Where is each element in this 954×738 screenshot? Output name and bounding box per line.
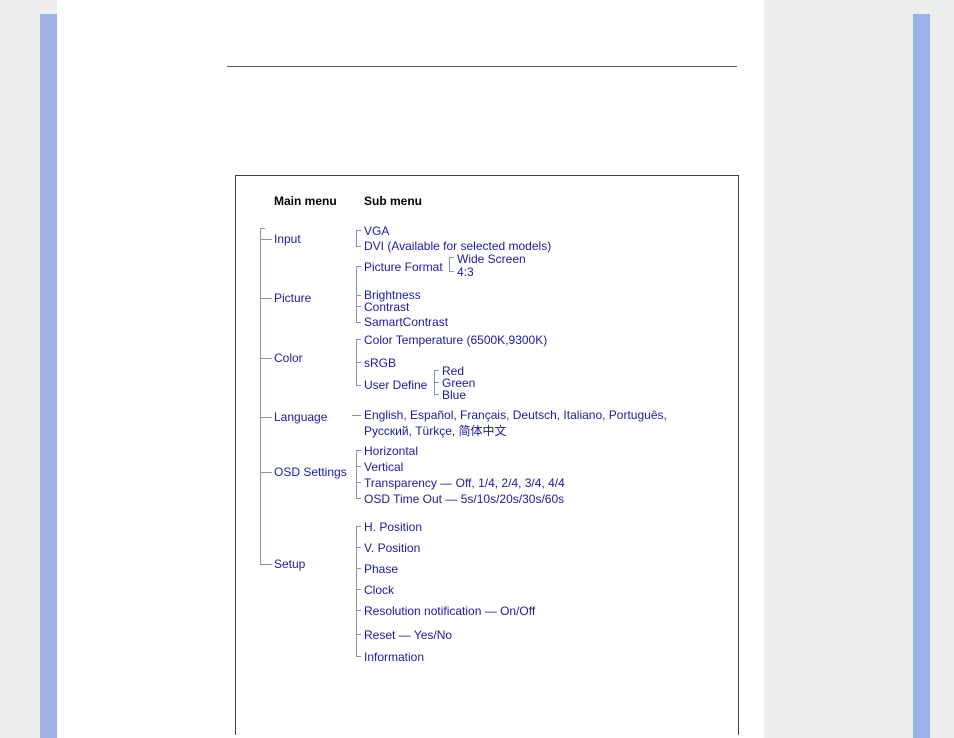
tree-line (356, 466, 361, 467)
tree-branch (260, 417, 272, 418)
tree-line (434, 370, 439, 371)
sub-item-4-3: 4:3 (457, 265, 474, 279)
tree-line (449, 257, 450, 271)
tree-line (434, 382, 439, 383)
sub-item-picture-format: Picture Format (364, 260, 443, 274)
sub-item-horizontal: Horizontal (364, 444, 418, 458)
sub-item-v-position: V. Position (364, 541, 420, 555)
sub-item-vertical: Vertical (364, 460, 403, 474)
sub-item-information: Information (364, 650, 424, 664)
separator-dash: — (399, 628, 411, 642)
tree-line (352, 415, 361, 416)
sub-item-blue: Blue (442, 388, 466, 402)
tree-line (356, 322, 361, 323)
tree-line (356, 634, 361, 635)
sub-item-srgb: sRGB (364, 356, 396, 370)
sub-item-dvi: DVI (Available for selected models) (364, 239, 551, 253)
sub-item-h-position: H. Position (364, 520, 422, 534)
sub-item-reset: Reset (364, 628, 395, 642)
decorative-stripe-left (40, 14, 57, 738)
separator-dash: — (440, 476, 452, 490)
tree-line (356, 656, 361, 657)
sub-item-osd-timeout-opts: 5s/10s/20s/30s/60s (461, 492, 564, 506)
sub-item-smart-contrast: SamartContrast (364, 315, 448, 329)
tree-line (356, 306, 361, 307)
osd-menu-diagram: Main menu Sub menu Input VGA DVI (Availa… (235, 175, 739, 735)
tree-line (356, 450, 357, 498)
tree-line (434, 394, 439, 395)
separator-dash: — (445, 492, 457, 506)
decorative-stripe-right (913, 14, 930, 738)
tree-line (356, 610, 361, 611)
tree-branch (260, 298, 272, 299)
sub-item-resolution-notification-opts: On/Off (500, 604, 535, 618)
separator-dash: — (485, 604, 497, 618)
main-item-input: Input (274, 232, 301, 246)
tree-branch (260, 472, 272, 473)
tree-line (356, 547, 361, 548)
heading-main-menu: Main menu (274, 194, 337, 208)
main-item-language: Language (274, 410, 327, 424)
tree-line (356, 339, 361, 340)
tree-line (356, 498, 361, 499)
main-item-setup: Setup (274, 557, 305, 571)
sub-item-languages-line1: English, Español, Français, Deutsch, Ita… (364, 408, 667, 422)
main-item-color: Color (274, 351, 303, 365)
heading-sub-menu: Sub menu (364, 194, 422, 208)
tree-line (356, 526, 361, 527)
sub-item-clock: Clock (364, 583, 394, 597)
sub-item-phase: Phase (364, 562, 398, 576)
tree-line (449, 257, 454, 258)
sub-item-osd-timeout: OSD Time Out (364, 492, 442, 506)
tree-line (356, 450, 361, 451)
tree-line (356, 482, 361, 483)
sub-item-contrast: Contrast (364, 300, 409, 314)
tree-line (356, 230, 357, 246)
tree-branch (260, 564, 272, 565)
tree-branch (260, 358, 272, 359)
tree-line (356, 246, 361, 247)
document-page: Main menu Sub menu Input VGA DVI (Availa… (57, 0, 764, 738)
sub-item-languages-line2: Русский, Türkçe, 简体中文 (364, 424, 507, 438)
tree-line (356, 568, 361, 569)
sub-item-transparency: Transparency (364, 476, 437, 490)
sub-item-transparency-opts: Off, 1/4, 2/4, 3/4, 4/4 (456, 476, 565, 490)
tree-line (356, 589, 361, 590)
sub-item-vga: VGA (364, 224, 389, 238)
tree-line (356, 295, 361, 296)
tree-cap (260, 228, 265, 229)
tree-branch (260, 239, 272, 240)
tree-line (356, 385, 361, 386)
main-item-picture: Picture (274, 291, 311, 305)
tree-line (356, 362, 361, 363)
sub-item-resolution-notification: Resolution notification (364, 604, 481, 618)
viewport: Main menu Sub menu Input VGA DVI (Availa… (0, 0, 954, 738)
tree-trunk-main (260, 228, 261, 564)
horizontal-rule (227, 66, 737, 67)
sub-item-reset-opts: Yes/No (414, 628, 452, 642)
tree-line (449, 271, 454, 272)
tree-line (356, 230, 361, 231)
main-item-osd-settings: OSD Settings (274, 465, 347, 479)
sub-item-user-define: User Define (364, 378, 427, 392)
sub-item-color-temp: Color Temperature (6500K,9300K) (364, 333, 547, 347)
tree-line (356, 266, 361, 267)
sub-item-wide-screen: Wide Screen (457, 252, 526, 266)
tree-line (356, 526, 357, 656)
tree-line (356, 266, 357, 322)
